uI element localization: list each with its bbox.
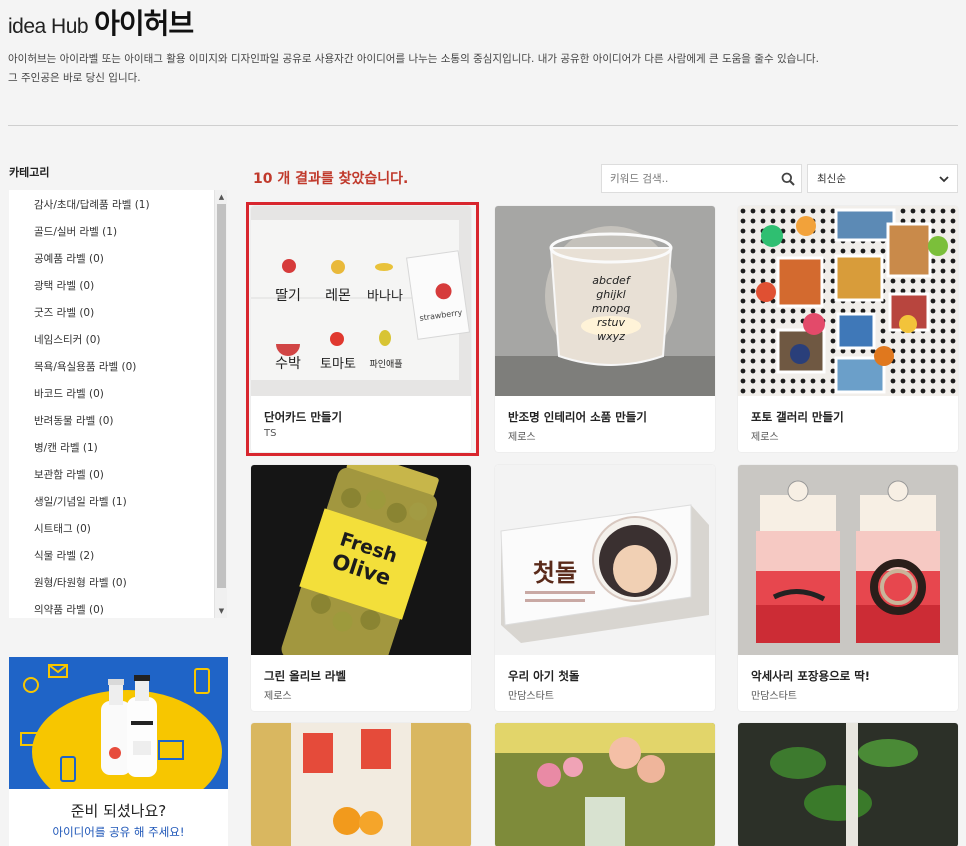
category-scrollbar[interactable]: ▲ ▼ [214, 190, 227, 618]
category-item[interactable]: 감사/초대/답례품 라벨 (1) [34, 192, 227, 219]
sort-select[interactable]: 최신순 [807, 164, 958, 193]
category-item[interactable]: 원형/타원형 라벨 (0) [34, 570, 227, 597]
category-item[interactable]: 목욕/욕실용품 라벨 (0) [34, 354, 227, 381]
promo-illustration [9, 657, 228, 789]
card-title: 우리 아기 첫돌 [508, 669, 580, 683]
svg-text:첫돌: 첫돌 [533, 559, 577, 587]
intro-line-2: 그 주인공은 바로 당신 입니다. [8, 72, 141, 84]
share-idea-banner[interactable]: 준비 되셨나요? 아이디어를 공유 해 주세요! [9, 657, 228, 846]
card-author: 제로스 [508, 432, 536, 443]
category-heading: 카테고리 [9, 166, 50, 179]
svg-text:rstuv: rstuv [597, 316, 626, 329]
intro-text: 아이허브는 아이라벨 또는 아이태그 활용 이미지와 디자인파일 공유로 사용자… [8, 50, 958, 88]
category-item[interactable]: 보관함 라벨 (0) [34, 462, 227, 489]
category-item[interactable]: 병/캔 라벨 (1) [34, 435, 227, 462]
category-item[interactable]: 바코드 라벨 (0) [34, 381, 227, 408]
idea-card[interactable]: Fresh Olive 그린 올리브 라벨 제로스 [251, 465, 471, 711]
idea-card[interactable] [738, 723, 958, 846]
svg-text:abcdef: abcdef [592, 274, 632, 287]
search-input[interactable] [602, 165, 775, 192]
svg-text:ghijkl: ghijkl [596, 288, 626, 301]
search-icon[interactable] [775, 165, 801, 192]
card-title: 포토 갤러리 만들기 [751, 410, 844, 424]
logo-english: idea Hub [8, 15, 89, 38]
svg-text:wxyz: wxyz [597, 330, 625, 343]
card-author: 만담스타트 [751, 691, 797, 702]
idea-card[interactable]: abcdef ghijkl mnopq rstuv wxyz 반조명 인테리어 … [495, 206, 715, 452]
card-image-flowers [495, 723, 715, 846]
card-author: 만담스타트 [508, 691, 554, 702]
keyword-search [601, 164, 802, 193]
svg-text:mnopq: mnopq [592, 302, 630, 315]
category-list: 감사/초대/답례품 라벨 (1) 골드/실버 라벨 (1) 공예품 라벨 (0)… [9, 190, 227, 618]
card-image-first-birthday: 첫돌 [495, 465, 715, 655]
category-item[interactable]: 광택 라벨 (0) [34, 273, 227, 300]
header-divider [8, 125, 958, 126]
card-image-plant [738, 723, 958, 846]
idea-card[interactable]: 포토 갤러리 만들기 제로스 [738, 206, 958, 452]
category-item[interactable]: 굿즈 라벨 (0) [34, 300, 227, 327]
category-list-box: 감사/초대/답례품 라벨 (1) 골드/실버 라벨 (1) 공예품 라벨 (0)… [9, 190, 227, 618]
intro-line-1: 아이허브는 아이라벨 또는 아이태그 활용 이미지와 디자인파일 공유로 사용자… [8, 53, 819, 65]
selected-card-highlight [246, 202, 479, 456]
category-item[interactable]: 시트태그 (0) [34, 516, 227, 543]
category-item[interactable]: 공예품 라벨 (0) [34, 246, 227, 273]
logo-korean: 아이허브 [94, 7, 194, 40]
idea-card[interactable] [495, 723, 715, 846]
idea-card[interactable] [251, 723, 471, 846]
card-author: 제로스 [751, 432, 779, 443]
idea-card[interactable]: 악세사리 포장용으로 딱! 만담스타트 [738, 465, 958, 711]
category-item[interactable]: 반려동물 라벨 (0) [34, 408, 227, 435]
card-image-accessory-packaging [738, 465, 958, 655]
card-image-olive-jar: Fresh Olive [251, 465, 471, 655]
sort-selected-value: 최신순 [817, 173, 846, 185]
card-title: 악세사리 포장용으로 딱! [751, 669, 871, 683]
idea-card[interactable]: 첫돌 우리 아기 첫돌 만담스타트 [495, 465, 715, 711]
card-image-candle: abcdef ghijkl mnopq rstuv wxyz [495, 206, 715, 396]
card-title: 반조명 인테리어 소품 만들기 [508, 410, 647, 424]
category-item[interactable]: 네임스티커 (0) [34, 327, 227, 354]
chevron-down-icon [938, 173, 950, 188]
card-title: 그린 올리브 라벨 [264, 669, 347, 683]
result-count: 10 개 결과를 찾았습니다. [253, 171, 409, 187]
scroll-down-icon[interactable]: ▼ [215, 605, 227, 617]
category-item[interactable]: 식물 라벨 (2) [34, 543, 227, 570]
card-author: 제로스 [264, 691, 292, 702]
idea-hub-logo[interactable]: idea Hub 아이허브 [8, 2, 194, 40]
category-item[interactable]: 골드/실버 라벨 (1) [34, 219, 227, 246]
scrollbar-thumb[interactable] [217, 204, 226, 588]
promo-subtitle: 아이디어를 공유 해 주세요! [52, 825, 185, 839]
category-item[interactable]: 생일/기념일 라벨 (1) [34, 489, 227, 516]
card-image-orange-pack [251, 723, 471, 846]
scroll-up-icon[interactable]: ▲ [215, 191, 227, 203]
category-item[interactable]: 의약품 라벨 (0) [34, 597, 227, 618]
promo-title: 준비 되셨나요? [70, 802, 167, 820]
card-image-photo-gallery [738, 206, 958, 396]
